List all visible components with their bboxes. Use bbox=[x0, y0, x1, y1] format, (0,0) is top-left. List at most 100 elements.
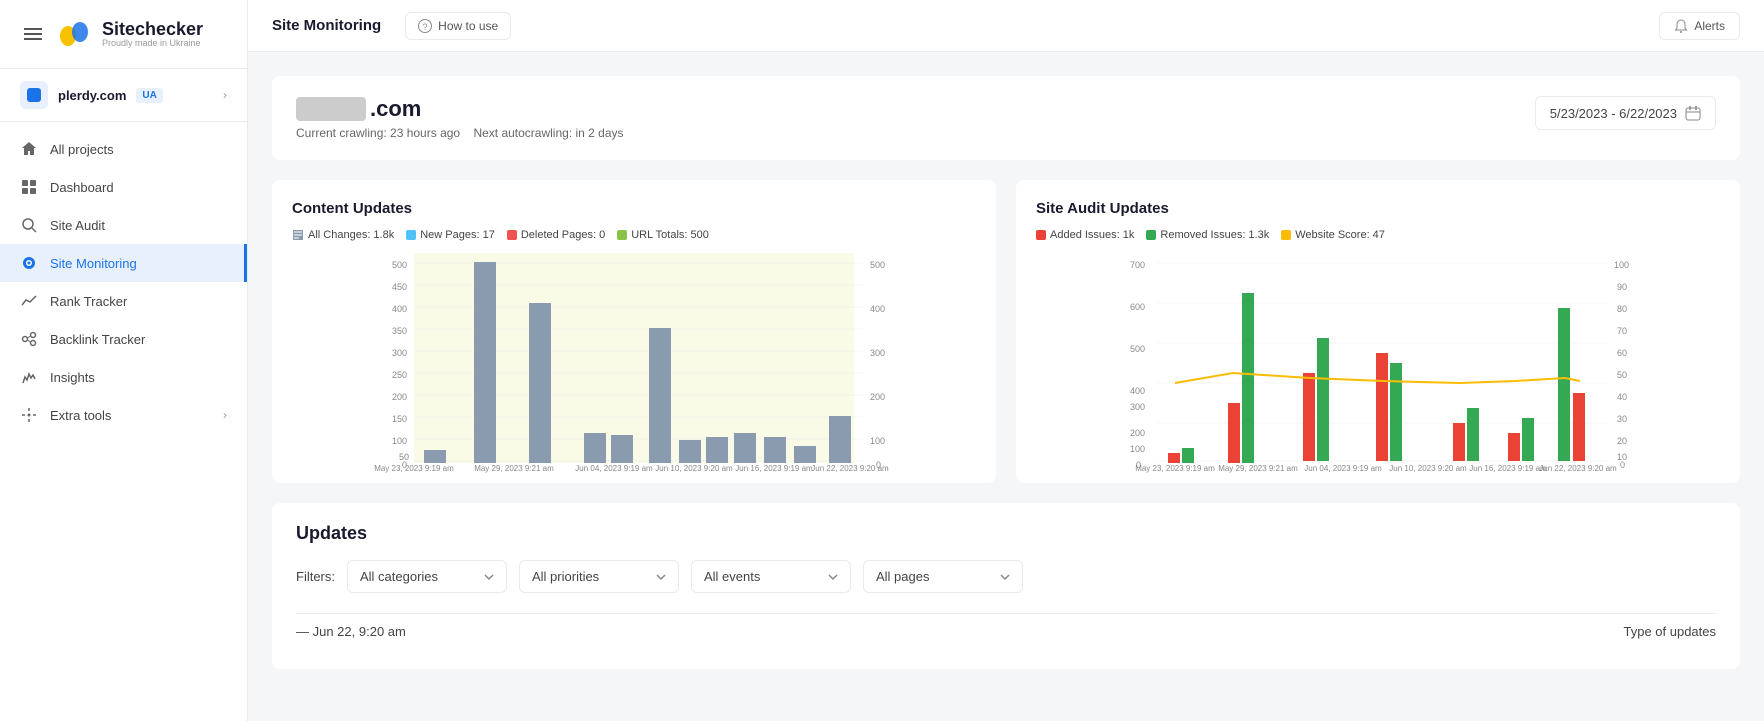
page-title: Site Monitoring bbox=[272, 17, 381, 34]
sidebar-item-backlink-tracker[interactable]: Backlink Tracker bbox=[0, 320, 247, 358]
logo-text-block: Sitechecker Proudly made in Ukraine bbox=[102, 20, 203, 48]
date-range-picker[interactable]: 5/23/2023 - 6/22/2023 bbox=[1535, 96, 1716, 130]
svg-text:May 23, 2023 9:19 am: May 23, 2023 9:19 am bbox=[1135, 464, 1215, 473]
charts-grid: Content Updates All Changes: 1.8k New Pa… bbox=[272, 180, 1740, 483]
filter-categories[interactable]: All categories bbox=[347, 560, 507, 593]
alerts-button[interactable]: Alerts bbox=[1659, 12, 1740, 40]
svg-text:60: 60 bbox=[1617, 348, 1627, 358]
how-to-use-button[interactable]: ? How to use bbox=[405, 12, 511, 40]
filter-pages[interactable]: All pages bbox=[863, 560, 1023, 593]
legend-all-changes: All Changes: 1.8k bbox=[292, 229, 394, 241]
chevron-down-icon bbox=[484, 572, 494, 582]
svg-text:20: 20 bbox=[1617, 436, 1627, 446]
svg-text:May 23, 2023 9:19 am: May 23, 2023 9:19 am bbox=[374, 464, 454, 473]
page-content: .com Current crawling: 23 hours ago Next… bbox=[248, 52, 1764, 721]
site-monitoring-icon bbox=[20, 254, 38, 272]
bell-icon bbox=[1674, 19, 1688, 33]
sidebar-item-rank-tracker[interactable]: Rank Tracker bbox=[0, 282, 247, 320]
sidebar-item-insights[interactable]: Insights bbox=[0, 358, 247, 396]
insights-icon bbox=[20, 368, 38, 386]
svg-text:Jun 22, 2023 9:20 am: Jun 22, 2023 9:20 am bbox=[811, 464, 889, 473]
sidebar-item-site-audit[interactable]: Site Audit bbox=[0, 206, 247, 244]
logo-name: Sitechecker bbox=[102, 20, 203, 38]
svg-text:100: 100 bbox=[870, 436, 885, 446]
sidebar: Sitechecker Proudly made in Ukraine pler… bbox=[0, 0, 248, 721]
filter-priorities[interactable]: All priorities bbox=[519, 560, 679, 593]
svg-text:300: 300 bbox=[870, 348, 885, 358]
sidebar-item-site-monitoring[interactable]: Site Monitoring bbox=[0, 244, 247, 282]
content-updates-chart-area: 500 450 400 350 300 250 200 150 100 50 0… bbox=[292, 253, 976, 473]
site-audit-updates-title: Site Audit Updates bbox=[1036, 200, 1720, 217]
svg-text:100: 100 bbox=[1130, 444, 1145, 454]
svg-text:50: 50 bbox=[1617, 370, 1627, 380]
hamburger-button[interactable] bbox=[20, 21, 46, 47]
site-monitoring-label: Site Monitoring bbox=[50, 256, 137, 271]
sidebar-item-dashboard[interactable]: Dashboard bbox=[0, 168, 247, 206]
timeline-row: — Jun 22, 9:20 am Type of updates bbox=[296, 613, 1716, 649]
logo-sub: Proudly made in Ukraine bbox=[102, 38, 203, 48]
svg-text:350: 350 bbox=[392, 326, 407, 336]
svg-text:200: 200 bbox=[1130, 428, 1145, 438]
crawl-next: Next autocrawling: in 2 days bbox=[473, 126, 623, 140]
svg-text:250: 250 bbox=[392, 370, 407, 380]
site-name: .com bbox=[296, 96, 624, 122]
sidebar-item-all-projects[interactable]: All projects bbox=[0, 130, 247, 168]
chevron-down-icon bbox=[1000, 572, 1010, 582]
project-selector[interactable]: plerdy.com UA › bbox=[0, 69, 247, 122]
svg-text:400: 400 bbox=[392, 304, 407, 314]
svg-text:100: 100 bbox=[1614, 260, 1629, 270]
project-arrow: › bbox=[223, 88, 227, 102]
svg-text:Jun 10, 2023 9:20 am: Jun 10, 2023 9:20 am bbox=[655, 464, 733, 473]
how-to-use-label: How to use bbox=[438, 19, 498, 33]
filter-categories-value: All categories bbox=[360, 569, 438, 584]
dashboard-icon bbox=[20, 178, 38, 196]
svg-text:Jun 22, 2023 9:20 am: Jun 22, 2023 9:20 am bbox=[1539, 464, 1617, 473]
main-content: Site Monitoring ? How to use Alerts .com… bbox=[248, 0, 1764, 721]
alerts-label: Alerts bbox=[1694, 19, 1725, 33]
svg-text:?: ? bbox=[423, 22, 428, 32]
crawl-current: Current crawling: 23 hours ago bbox=[296, 126, 460, 140]
svg-text:500: 500 bbox=[392, 260, 407, 270]
legend-deleted-pages-label: Deleted Pages: 0 bbox=[521, 229, 605, 241]
sidebar-logo: Sitechecker Proudly made in Ukraine bbox=[0, 0, 247, 69]
filter-events[interactable]: All events bbox=[691, 560, 851, 593]
svg-text:200: 200 bbox=[870, 392, 885, 402]
updates-section: Updates Filters: All categories All prio… bbox=[272, 503, 1740, 669]
site-audit-label: Site Audit bbox=[50, 218, 105, 233]
updates-title: Updates bbox=[296, 523, 1716, 544]
legend-website-score-label: Website Score: 47 bbox=[1295, 229, 1385, 241]
project-icon bbox=[20, 81, 48, 109]
content-updates-title: Content Updates bbox=[292, 200, 976, 217]
rank-tracker-label: Rank Tracker bbox=[50, 294, 127, 309]
svg-text:450: 450 bbox=[392, 282, 407, 292]
svg-text:80: 80 bbox=[1617, 304, 1627, 314]
svg-text:400: 400 bbox=[1130, 386, 1145, 396]
calendar-icon bbox=[1685, 105, 1701, 121]
svg-text:700: 700 bbox=[1130, 260, 1145, 270]
svg-text:400: 400 bbox=[870, 304, 885, 314]
logo-icon bbox=[56, 16, 92, 52]
sidebar-item-extra-tools[interactable]: Extra tools › bbox=[0, 396, 247, 434]
legend-url-totals-label: URL Totals: 500 bbox=[631, 229, 709, 241]
project-name: plerdy.com bbox=[58, 88, 126, 103]
filters-row: Filters: All categories All priorities A… bbox=[296, 560, 1716, 593]
site-audit-updates-chart: Site Audit Updates Added Issues: 1k Remo… bbox=[1016, 180, 1740, 483]
legend-new-pages-label: New Pages: 17 bbox=[420, 229, 495, 241]
svg-text:May 29, 2023 9:21 am: May 29, 2023 9:21 am bbox=[474, 464, 554, 473]
svg-text:Jun 16, 2023 9:19 am: Jun 16, 2023 9:19 am bbox=[735, 464, 813, 473]
home-icon bbox=[20, 140, 38, 158]
legend-deleted-pages: Deleted Pages: 0 bbox=[507, 229, 605, 241]
topbar: Site Monitoring ? How to use Alerts bbox=[248, 0, 1764, 52]
extra-tools-icon bbox=[20, 406, 38, 424]
legend-added-issues: Added Issues: 1k bbox=[1036, 229, 1134, 241]
site-domain-suffix: .com bbox=[370, 96, 421, 122]
content-updates-chart: Content Updates All Changes: 1.8k New Pa… bbox=[272, 180, 996, 483]
legend-removed-issues-label: Removed Issues: 1.3k bbox=[1160, 229, 1269, 241]
chevron-down-icon bbox=[656, 572, 666, 582]
legend-url-totals: URL Totals: 500 bbox=[617, 229, 709, 241]
svg-text:200: 200 bbox=[392, 392, 407, 402]
extra-tools-arrow: › bbox=[223, 408, 227, 422]
info-icon: ? bbox=[418, 19, 432, 33]
crawl-info: Current crawling: 23 hours ago Next auto… bbox=[296, 126, 624, 140]
site-audit-chart-area: 700 600 500 400 300 200 100 0 100 90 80 … bbox=[1036, 253, 1720, 473]
